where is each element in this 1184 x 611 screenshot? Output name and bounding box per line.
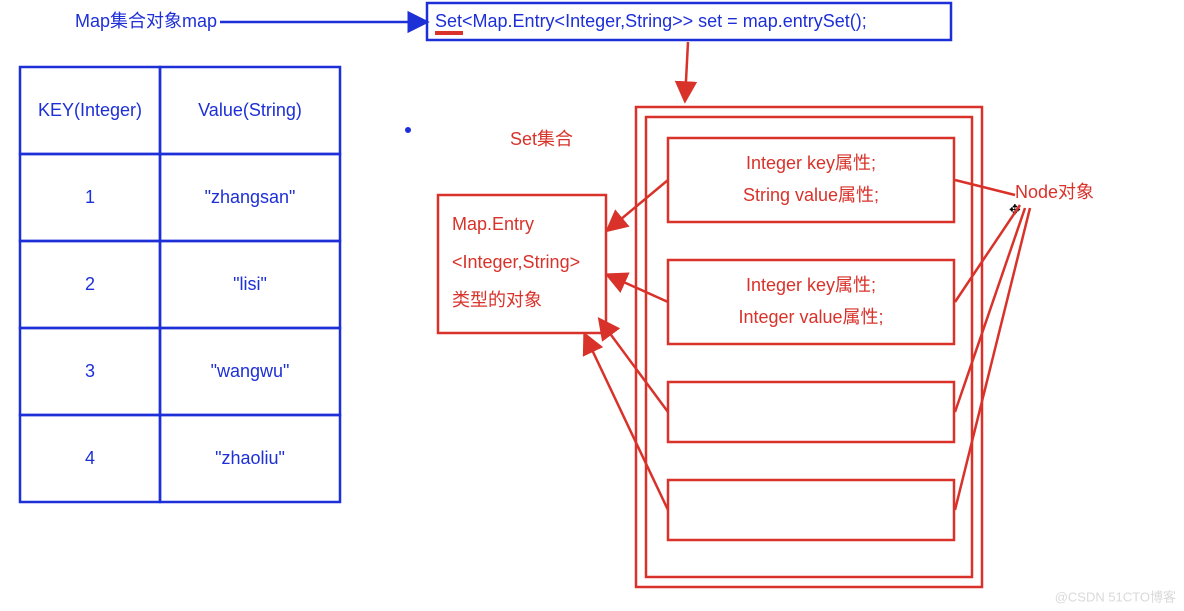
node-label: Node对象 bbox=[1015, 182, 1094, 202]
node-2-line1: Integer key属性; bbox=[746, 275, 876, 295]
arrow-node1-to-entry bbox=[608, 180, 668, 230]
code-text: Set<Map.Entry<Integer,String>> set = map… bbox=[435, 11, 867, 31]
cell-value-4: "zhaoliu" bbox=[215, 448, 285, 468]
arrow-node4-to-entry bbox=[585, 335, 668, 510]
cell-key-4: 4 bbox=[85, 448, 95, 468]
cell-value-3: "wangwu" bbox=[211, 361, 290, 381]
key-header: KEY(Integer) bbox=[38, 100, 142, 120]
node-1-line1: Integer key属性; bbox=[746, 153, 876, 173]
node-2 bbox=[668, 260, 954, 344]
cursor-icon: ✥ bbox=[1009, 202, 1021, 218]
entry-line1: Map.Entry bbox=[452, 214, 534, 234]
node-3 bbox=[668, 382, 954, 442]
cell-key-2: 2 bbox=[85, 274, 95, 294]
entry-line2: <Integer,String> bbox=[452, 252, 580, 272]
node-1 bbox=[668, 138, 954, 222]
cell-key-1: 1 bbox=[85, 187, 95, 207]
diagram-title: Map集合对象map bbox=[75, 11, 217, 31]
watermark: @CSDN 51CTO博客 bbox=[1055, 589, 1176, 604]
dot bbox=[405, 127, 411, 133]
arrow-node2-to-entry bbox=[608, 275, 668, 302]
set-container-outer bbox=[636, 107, 982, 587]
line-nodelabel-1 bbox=[955, 180, 1015, 195]
node-1-line2: String value属性; bbox=[743, 185, 879, 205]
line-nodelabel-4 bbox=[955, 208, 1030, 510]
map-table: KEY(Integer) Value(String) 1 "zhangsan" … bbox=[20, 67, 340, 502]
node-2-line2: Integer value属性; bbox=[738, 307, 883, 327]
value-header: Value(String) bbox=[198, 100, 302, 120]
arrow-code-to-set bbox=[685, 42, 688, 100]
cell-key-3: 3 bbox=[85, 361, 95, 381]
arrow-node3-to-entry bbox=[600, 320, 668, 412]
set-label: Set集合 bbox=[510, 129, 573, 149]
cell-value-1: "zhangsan" bbox=[205, 187, 296, 207]
line-nodelabel-3 bbox=[955, 208, 1025, 412]
entry-line3: 类型的对象 bbox=[452, 290, 542, 310]
node-4 bbox=[668, 480, 954, 540]
cell-value-2: "lisi" bbox=[233, 274, 267, 294]
